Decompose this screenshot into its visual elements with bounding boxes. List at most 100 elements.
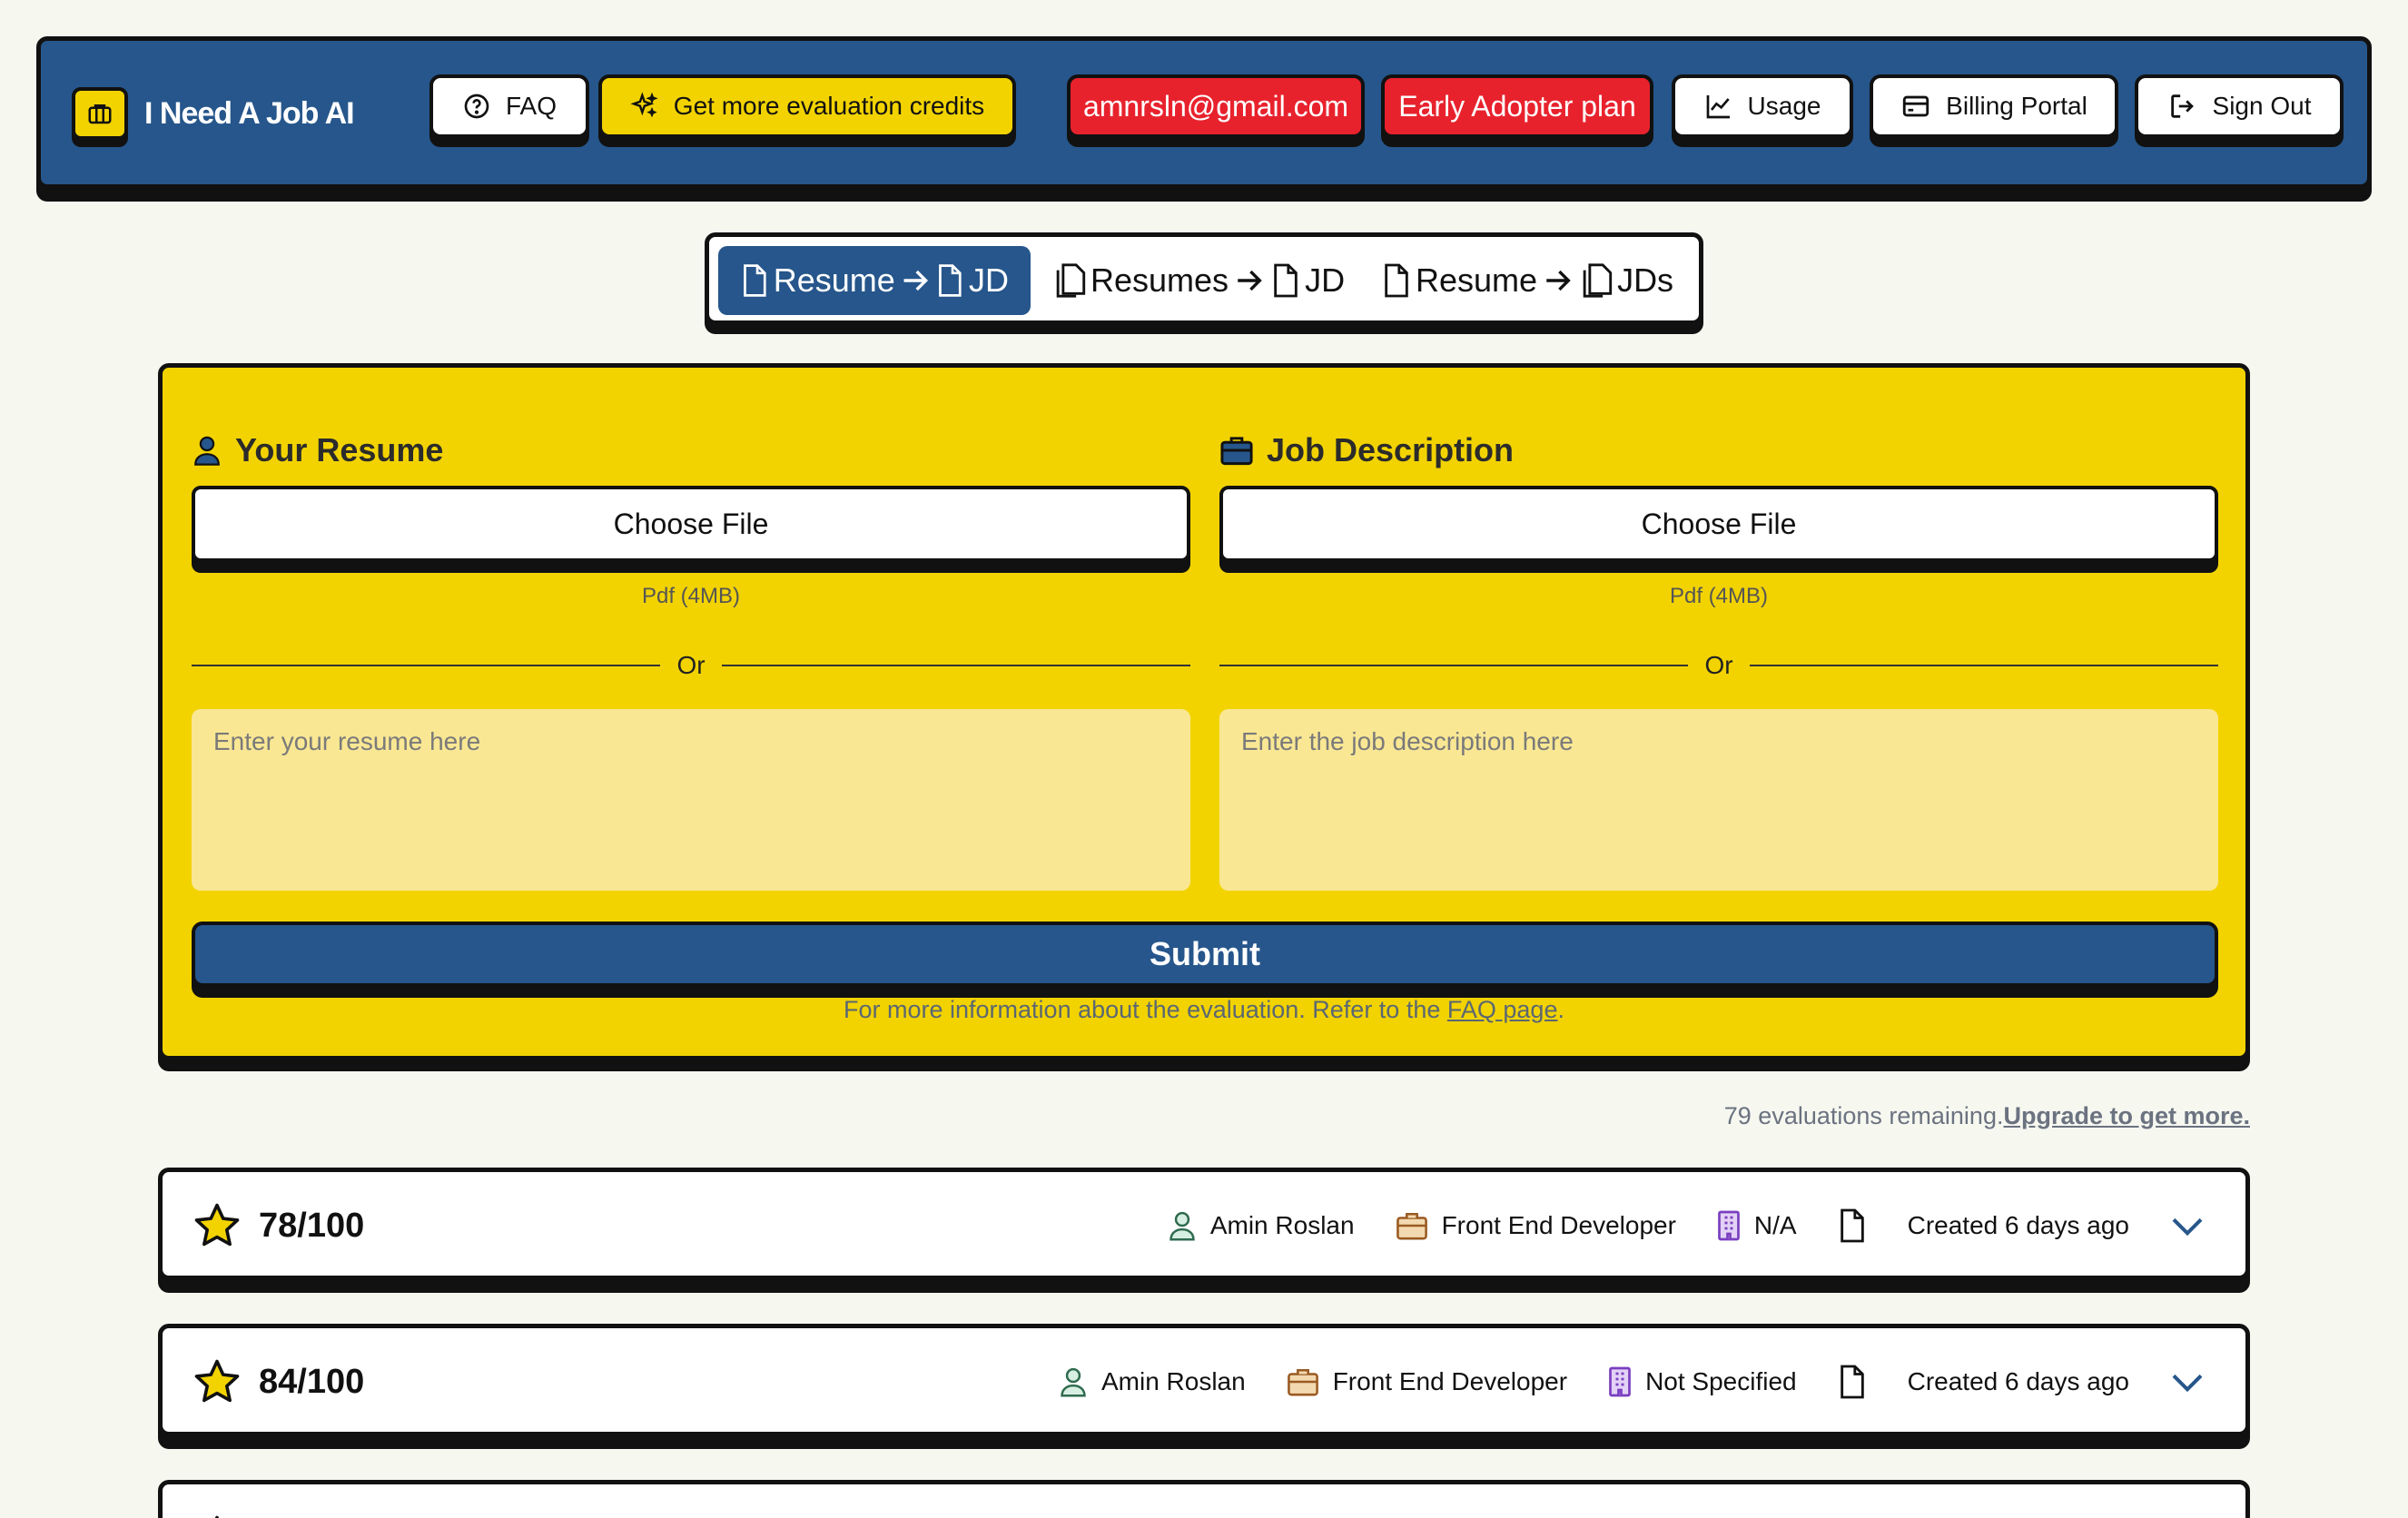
or-label: Or bbox=[1704, 651, 1733, 679]
arrow-right-icon bbox=[1238, 270, 1262, 291]
resume-choose-file-label: Choose File bbox=[613, 507, 769, 540]
briefcase-logo-icon bbox=[72, 87, 128, 140]
company-name: N/A bbox=[1753, 1211, 1797, 1239]
document-icon bbox=[1840, 1365, 1864, 1399]
created-time: Created 6 days ago bbox=[1907, 1211, 2129, 1239]
document-icon bbox=[1840, 1208, 1864, 1243]
evaluation-form: Your Resume Choose File Pdf (4MB) Or Job… bbox=[158, 363, 2250, 1060]
tab-resume-to-jd[interactable]: Resume JD bbox=[718, 246, 1031, 315]
star-icon bbox=[194, 1359, 240, 1403]
usage-button[interactable]: Usage bbox=[1672, 74, 1853, 138]
chevron-down-icon[interactable] bbox=[2169, 1368, 2206, 1395]
tab-resume-to-jds[interactable]: Resume JDs bbox=[1381, 246, 1673, 315]
evaluation-result-card-partial[interactable] bbox=[158, 1480, 2250, 1518]
jd-choose-file-button[interactable]: Choose File bbox=[1219, 486, 2218, 562]
tab-right-label: JD bbox=[1305, 261, 1346, 299]
company-name: Not Specified bbox=[1645, 1367, 1797, 1395]
result-meta: Amin Roslan Front End Developer N/A Crea… bbox=[1167, 1198, 2206, 1254]
jd-title: Job Description bbox=[1267, 431, 1515, 468]
tab-left-label: Resume bbox=[773, 261, 895, 299]
faq-button[interactable]: FAQ bbox=[429, 74, 589, 138]
mode-tabs: Resume JD Resumes JD Resume JDs bbox=[705, 232, 1703, 325]
divider-line bbox=[192, 665, 661, 666]
score bbox=[192, 1513, 242, 1518]
submit-label: Submit bbox=[1150, 935, 1260, 972]
faq-label: FAQ bbox=[505, 92, 557, 120]
divider-line bbox=[1219, 665, 1689, 666]
score: 84/100 bbox=[192, 1357, 364, 1406]
evaluation-info: For more information about the evaluatio… bbox=[163, 996, 2245, 1024]
candidate-name: Amin Roslan bbox=[1209, 1211, 1355, 1239]
resume-choose-file-button[interactable]: Choose File bbox=[192, 486, 1190, 562]
star-icon bbox=[194, 1203, 240, 1247]
submit-button[interactable]: Submit bbox=[192, 922, 2218, 987]
sign-out-icon bbox=[2170, 94, 2194, 118]
tab-right-label: JDs bbox=[1617, 261, 1674, 299]
info-prefix: For more information about the evaluatio… bbox=[844, 996, 1447, 1023]
evaluation-result-card[interactable]: 84/100 Amin Roslan Front End Developer N… bbox=[158, 1324, 2250, 1436]
line-chart-icon bbox=[1706, 95, 1730, 119]
arrow-right-icon bbox=[903, 270, 928, 291]
building-icon bbox=[1609, 1366, 1631, 1397]
user-email-button[interactable]: amnrsln@gmail.com bbox=[1067, 74, 1365, 138]
job-role: Front End Developer bbox=[1332, 1367, 1568, 1395]
document-icon bbox=[939, 264, 962, 297]
remaining-text: 79 evaluations remaining. bbox=[1723, 1102, 2004, 1129]
user-icon bbox=[1061, 1367, 1086, 1397]
jd-or-divider: Or bbox=[1219, 647, 2219, 684]
or-label: Or bbox=[676, 651, 706, 679]
user-icon bbox=[194, 436, 220, 466]
app-title: I Need A Job AI bbox=[144, 95, 355, 131]
score: 78/100 bbox=[192, 1201, 364, 1250]
sign-out-button[interactable]: Sign Out bbox=[2135, 74, 2344, 138]
divider-line bbox=[1749, 665, 2219, 666]
document-icon bbox=[1385, 263, 1408, 298]
info-suffix: . bbox=[1557, 996, 1564, 1023]
documents-icon bbox=[1583, 263, 1613, 298]
user-email: amnrsln@gmail.com bbox=[1082, 89, 1349, 123]
tab-resumes-to-jd[interactable]: Resumes JD bbox=[1052, 246, 1345, 315]
result-meta: Amin Roslan Front End Developer Not Spec… bbox=[1058, 1354, 2206, 1410]
candidate-name: Amin Roslan bbox=[1100, 1367, 1246, 1395]
usage-label: Usage bbox=[1747, 92, 1821, 120]
sign-out-label: Sign Out bbox=[2212, 92, 2312, 120]
billing-portal-button[interactable]: Billing Portal bbox=[1870, 74, 2118, 138]
question-circle-icon bbox=[464, 94, 489, 119]
resume-heading: Your Resume bbox=[192, 431, 443, 469]
jd-heading: Job Description bbox=[1219, 431, 1514, 469]
resume-or-divider: Or bbox=[192, 647, 1191, 684]
document-icon bbox=[744, 264, 766, 297]
briefcase-icon bbox=[1287, 1368, 1318, 1396]
job-role: Front End Developer bbox=[1441, 1211, 1676, 1239]
star-icon bbox=[214, 1515, 220, 1518]
upgrade-link[interactable]: Upgrade to get more. bbox=[2003, 1102, 2250, 1129]
get-credits-button[interactable]: Get more evaluation credits bbox=[598, 74, 1016, 138]
jd-choose-file-label: Choose File bbox=[1641, 507, 1797, 540]
jd-textarea[interactable] bbox=[1219, 709, 2218, 891]
tab-right-label: JD bbox=[969, 261, 1010, 299]
arrow-right-icon bbox=[1546, 270, 1571, 291]
document-icon bbox=[1274, 263, 1298, 298]
briefcase-icon bbox=[1396, 1212, 1427, 1240]
plan-button[interactable]: Early Adopter plan bbox=[1381, 74, 1653, 138]
tab-left-label: Resumes bbox=[1091, 261, 1229, 299]
chevron-down-icon[interactable] bbox=[2169, 1212, 2206, 1239]
sparkles-icon bbox=[630, 92, 658, 118]
plan-label: Early Adopter plan bbox=[1398, 89, 1636, 123]
billing-portal-label: Billing Portal bbox=[1946, 92, 2087, 120]
resume-file-hint: Pdf (4MB) bbox=[641, 584, 741, 608]
tab-left-label: Resume bbox=[1416, 261, 1538, 299]
get-credits-label: Get more evaluation credits bbox=[673, 92, 985, 120]
documents-icon bbox=[1056, 263, 1086, 298]
evaluations-remaining: 79 evaluations remaining.Upgrade to get … bbox=[1724, 1102, 2250, 1130]
jd-file-hint: Pdf (4MB) bbox=[1669, 584, 1769, 608]
faq-page-link[interactable]: FAQ page bbox=[1447, 996, 1558, 1023]
brand[interactable]: I Need A Job AI bbox=[72, 79, 355, 148]
credit-card-icon bbox=[1903, 95, 1929, 117]
created-time: Created 6 days ago bbox=[1907, 1367, 2129, 1395]
score-value: 78/100 bbox=[259, 1206, 365, 1245]
user-icon bbox=[1169, 1211, 1195, 1241]
building-icon bbox=[1718, 1210, 1740, 1241]
evaluation-result-card[interactable]: 78/100 Amin Roslan Front End Developer N… bbox=[158, 1168, 2250, 1280]
resume-textarea[interactable] bbox=[192, 709, 1190, 891]
